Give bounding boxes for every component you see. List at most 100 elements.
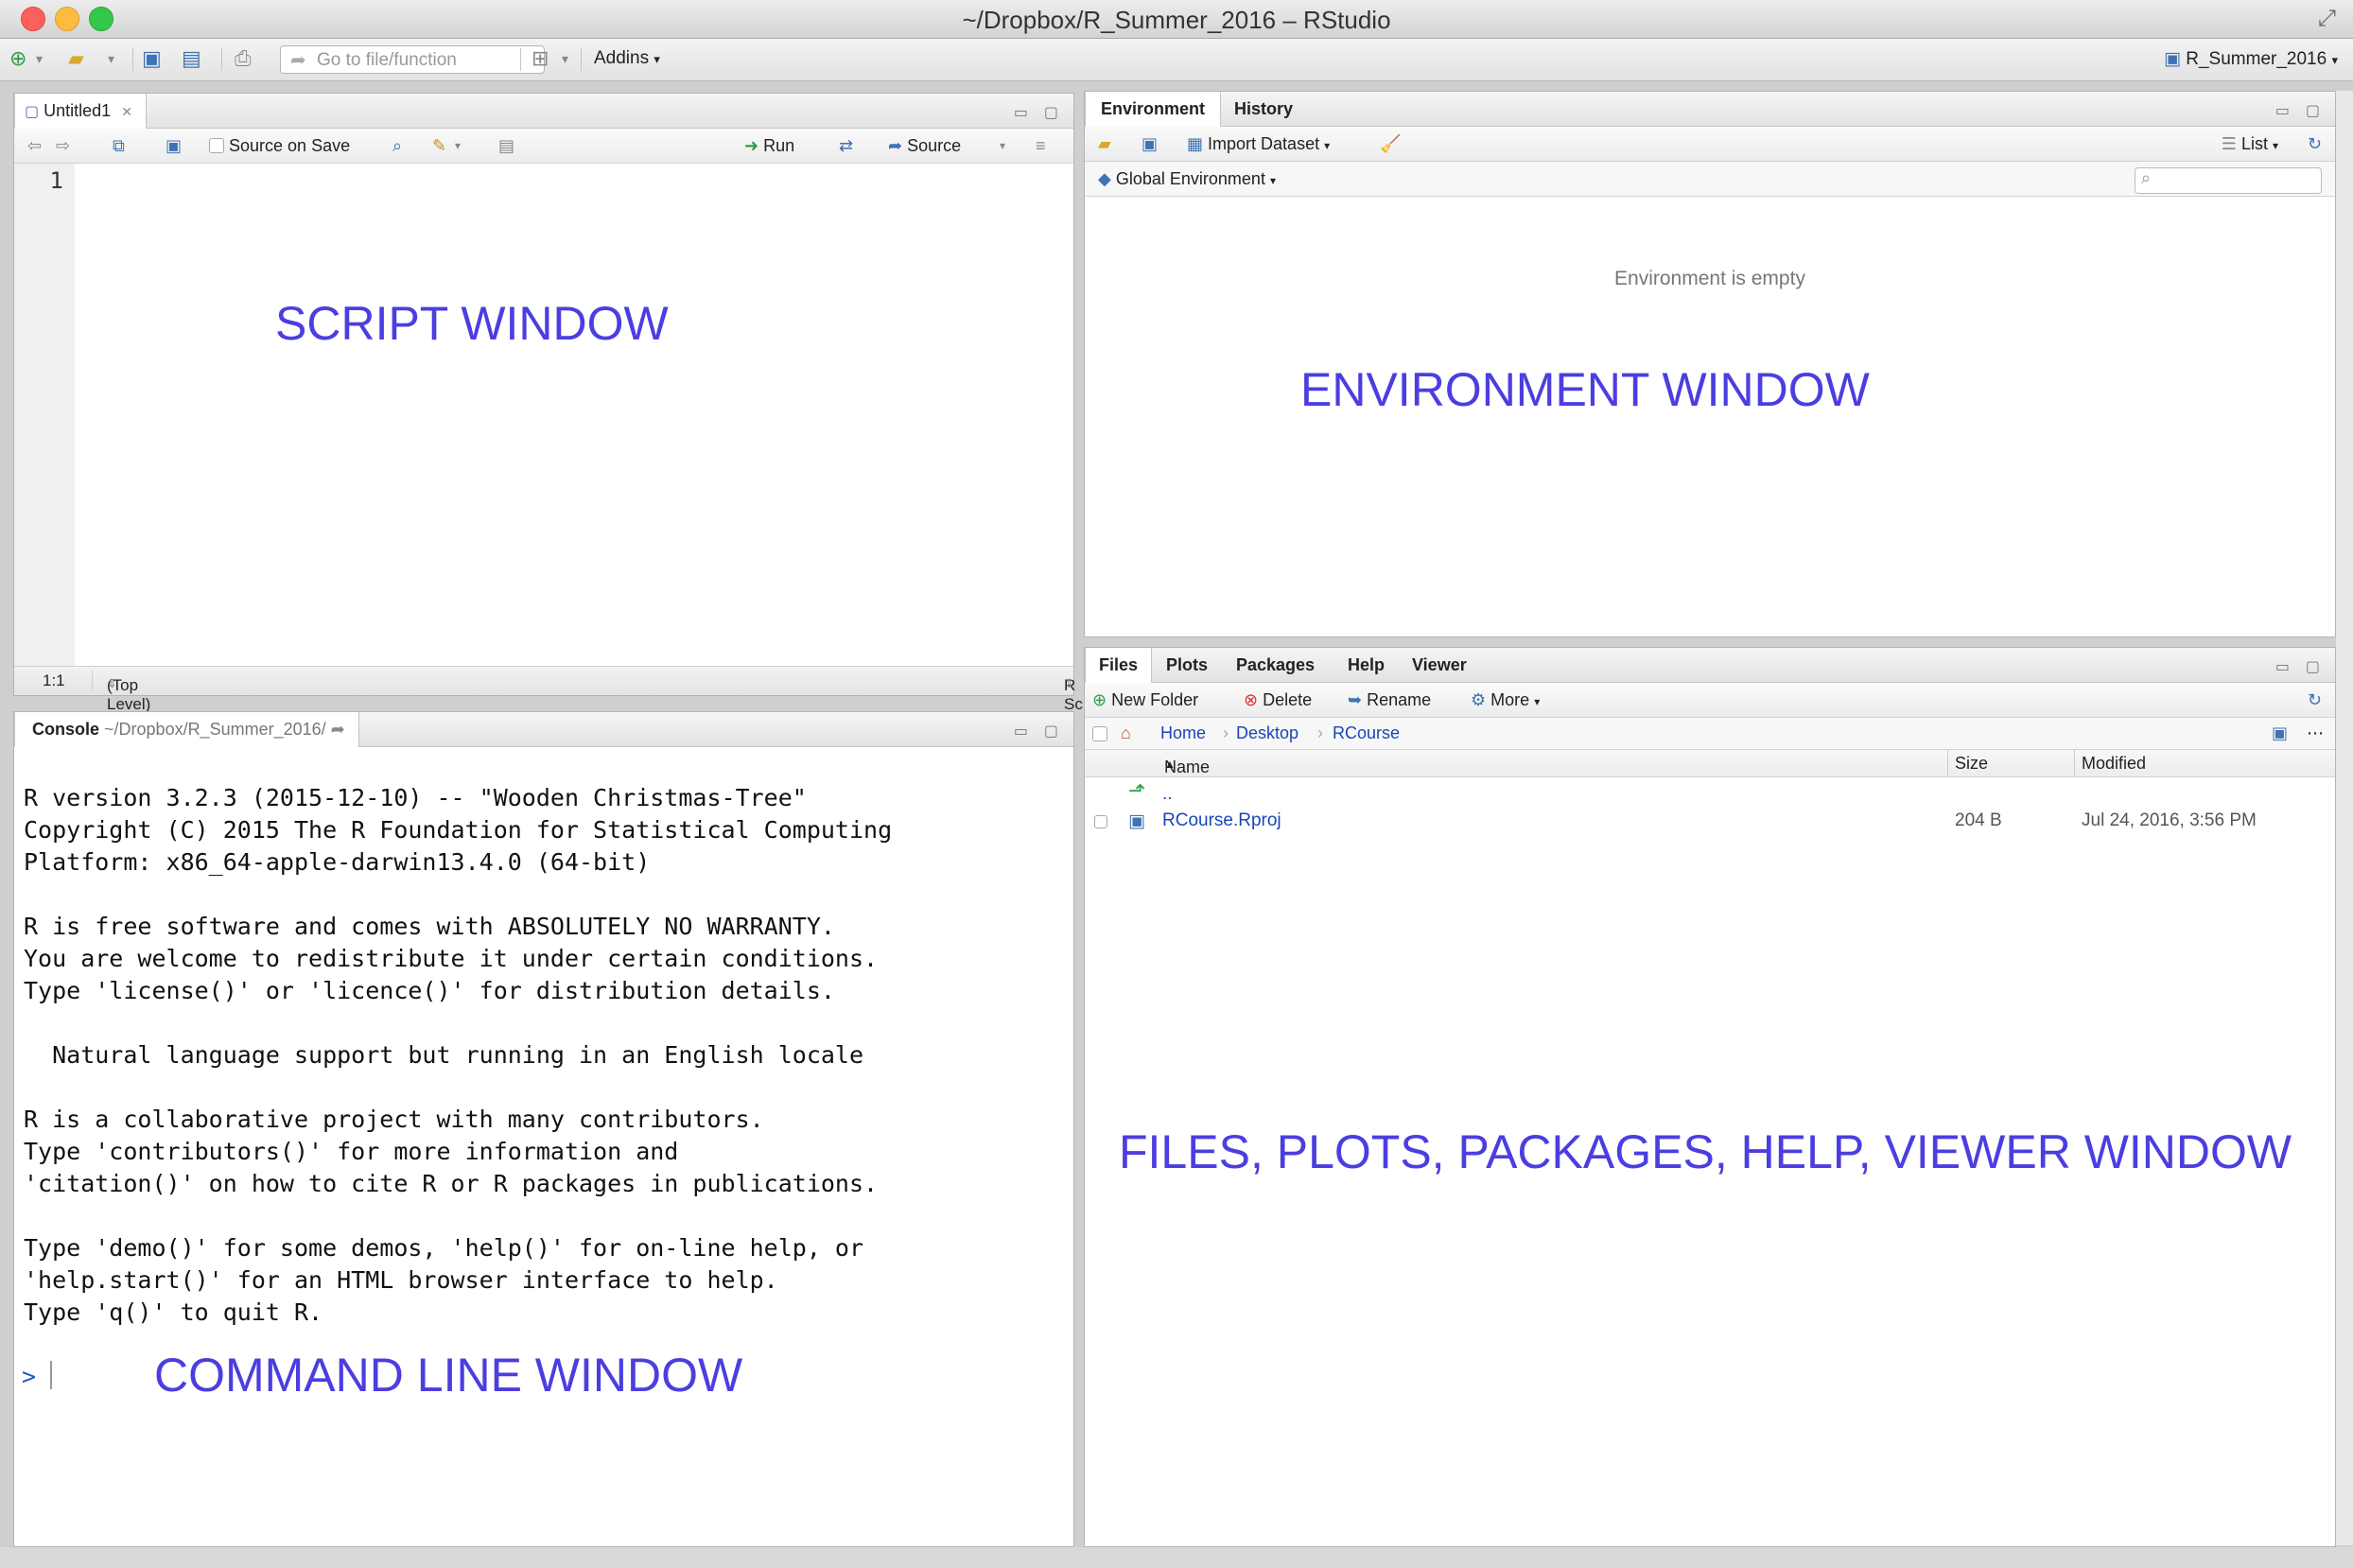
- maximize-pane-icon[interactable]: ▢: [2306, 657, 2320, 676]
- pane-layout-icon[interactable]: ⊞: [532, 46, 549, 71]
- breadcrumb-desktop-link[interactable]: Desktop: [1236, 723, 1299, 742]
- name-column-label: Name: [1164, 758, 1211, 776]
- source-label: Source: [907, 136, 962, 155]
- clear-workspace-broom-icon[interactable]: 🧹: [1380, 133, 1401, 154]
- show-in-window-icon[interactable]: ⧉: [113, 135, 125, 156]
- goto-directory-icon[interactable]: ➦: [331, 720, 345, 739]
- files-tabbar: Files Plots Packages Help Viewer ▭ ▢: [1085, 648, 2335, 683]
- breadcrumb-rcourse-link[interactable]: RCourse: [1333, 723, 1400, 742]
- file-name-link[interactable]: RCourse.Rproj: [1162, 810, 1281, 830]
- more-button[interactable]: ⚙ More ▾: [1471, 689, 1540, 712]
- maximize-pane-icon[interactable]: ▢: [2306, 101, 2320, 120]
- goto-file-input[interactable]: ➦ Go to file/function: [280, 45, 545, 74]
- files-toolbar: ⊕ New Folder ⊗ Delete ➥ Rename ⚙ More ▾ …: [1085, 683, 2335, 718]
- compile-notebook-icon[interactable]: ▤: [498, 135, 514, 156]
- file-row-parent[interactable]: ⬏ ..: [1085, 778, 2335, 809]
- save-script-icon[interactable]: ▣: [166, 135, 182, 156]
- new-folder-button[interactable]: ⊕ New Folder: [1092, 689, 1198, 710]
- file-name[interactable]: RCourse.Rproj: [1162, 810, 1281, 831]
- more-options-icon[interactable]: ⋯: [2307, 723, 2324, 743]
- magic-wand-icon[interactable]: ✎: [432, 135, 446, 156]
- parent-dir-label[interactable]: ..: [1162, 784, 1173, 804]
- rerun-icon[interactable]: ⇄: [839, 135, 853, 156]
- search-icon[interactable]: ⌕: [392, 135, 402, 156]
- tab-help[interactable]: Help: [1334, 648, 1398, 682]
- main-toolbar: ⊕ ▾ ▰ ▾ ▣ ▤ ⎙ ➦ Go to file/function ⊞ ▾ …: [0, 39, 2353, 81]
- goto-arrow-icon: ➦: [290, 50, 306, 71]
- save-workspace-icon[interactable]: ▣: [1142, 133, 1158, 154]
- chevron-down-icon[interactable]: ▾: [1000, 135, 1005, 156]
- parent-dir-link[interactable]: ..: [1162, 784, 1173, 805]
- new-file-icon[interactable]: ⊕: [9, 46, 26, 71]
- breadcrumb-rcourse[interactable]: RCourse: [1333, 723, 1400, 743]
- cursor-position: 1:1: [43, 671, 65, 689]
- rename-button[interactable]: ➥ Rename: [1348, 689, 1431, 710]
- tab-files[interactable]: Files: [1085, 648, 1153, 683]
- rename-label: Rename: [1367, 690, 1432, 709]
- home-icon[interactable]: ⌂: [1121, 723, 1131, 743]
- global-environment-selector[interactable]: ◆ Global Environment ▾: [1098, 168, 1276, 191]
- tab-environment[interactable]: Environment: [1085, 92, 1222, 127]
- tab-viewer[interactable]: Viewer: [1399, 648, 1480, 682]
- save-icon[interactable]: ▣: [142, 46, 162, 71]
- import-dataset-button[interactable]: ▦ Import Dataset ▾: [1187, 133, 1330, 156]
- addins-menu[interactable]: Addins ▾: [594, 48, 660, 69]
- open-recent-dropdown-icon[interactable]: ▾: [108, 46, 114, 71]
- command-line-annotation: COMMAND LINE WINDOW: [154, 1349, 743, 1402]
- fullscreen-icon[interactable]: ⤢: [2318, 6, 2336, 32]
- delete-button[interactable]: ⊗ Delete: [1244, 689, 1312, 710]
- breadcrumb-home-link[interactable]: Home: [1160, 723, 1206, 742]
- file-checkbox[interactable]: [1094, 815, 1107, 828]
- project-menu[interactable]: ▣ R_Summer_2016 ▾: [2164, 48, 2338, 70]
- code-editor[interactable]: 1 SCRIPT WINDOW: [14, 164, 1073, 667]
- source-arrow-icon: ➦: [888, 136, 903, 155]
- source-on-save-checkbox[interactable]: Source on Save: [209, 135, 350, 156]
- refresh-icon[interactable]: ↻: [2308, 689, 2322, 710]
- toolbar-separator: [581, 48, 582, 71]
- file-row[interactable]: ▣ RCourse.Rproj 204 B Jul 24, 2016, 3:56…: [1085, 807, 2335, 837]
- pane-layout-dropdown-icon[interactable]: ▾: [562, 46, 568, 71]
- back-arrow-icon[interactable]: ⇦: [27, 135, 42, 156]
- go-to-project-icon[interactable]: ▣: [2272, 723, 2288, 743]
- maximize-pane-icon[interactable]: ▢: [1044, 722, 1058, 740]
- load-workspace-icon[interactable]: ▰: [1098, 133, 1111, 154]
- breadcrumb-home[interactable]: Home: [1160, 723, 1206, 743]
- chevron-down-icon[interactable]: ▾: [455, 135, 461, 156]
- view-mode-selector[interactable]: ☰ List ▾: [2222, 133, 2278, 156]
- line-number: 1: [49, 167, 63, 194]
- source-on-save-label: Source on Save: [229, 136, 351, 155]
- tab-untitled1[interactable]: ▢ Untitled1 ✕: [14, 94, 147, 129]
- window-title: ~/Dropbox/R_Summer_2016 – RStudio: [962, 6, 1391, 34]
- new-file-dropdown-icon[interactable]: ▾: [36, 46, 43, 71]
- select-all-checkbox[interactable]: [1092, 726, 1107, 741]
- forward-arrow-icon[interactable]: ⇨: [56, 135, 70, 156]
- minimize-pane-icon[interactable]: ▭: [2275, 101, 2290, 120]
- breadcrumb-desktop[interactable]: Desktop: [1236, 723, 1299, 743]
- print-icon[interactable]: ⎙: [235, 46, 252, 71]
- new-folder-label: New Folder: [1111, 690, 1199, 709]
- tab-history[interactable]: History: [1221, 92, 1306, 126]
- run-button[interactable]: ➜ Run: [744, 135, 794, 156]
- close-tab-icon[interactable]: ✕: [121, 104, 132, 119]
- files-window-annotation: FILES, PLOTS, PACKAGES, HELP, VIEWER WIN…: [1119, 1125, 2292, 1178]
- environment-search-input[interactable]: ⌕: [2135, 167, 2322, 194]
- modified-column-header[interactable]: Modified: [2082, 754, 2146, 774]
- minimize-pane-icon[interactable]: ▭: [1014, 722, 1028, 740]
- tab-packages[interactable]: Packages: [1223, 648, 1328, 682]
- console-input[interactable]: [50, 1361, 52, 1389]
- script-statusbar: 1:1 (Top Level) ⇕ R Script ⇕: [14, 666, 1105, 713]
- outline-icon[interactable]: ≡: [1036, 135, 1046, 156]
- size-column-header[interactable]: Size: [1955, 754, 1988, 774]
- tab-console[interactable]: Console ~/Dropbox/R_Summer_2016/ ➦: [14, 712, 359, 747]
- minimize-pane-icon[interactable]: ▭: [1014, 103, 1028, 122]
- open-file-icon[interactable]: ▰: [68, 46, 84, 71]
- minimize-pane-icon[interactable]: ▭: [2275, 657, 2290, 676]
- new-folder-icon: ⊕: [1092, 690, 1107, 709]
- up-arrow-icon: ⬏: [1128, 778, 1146, 802]
- delete-label: Delete: [1263, 690, 1313, 709]
- source-button[interactable]: ➦ Source: [888, 135, 961, 156]
- refresh-icon[interactable]: ↻: [2308, 133, 2322, 154]
- save-all-icon[interactable]: ▤: [182, 46, 201, 71]
- tab-plots[interactable]: Plots: [1153, 648, 1221, 682]
- maximize-pane-icon[interactable]: ▢: [1044, 103, 1058, 122]
